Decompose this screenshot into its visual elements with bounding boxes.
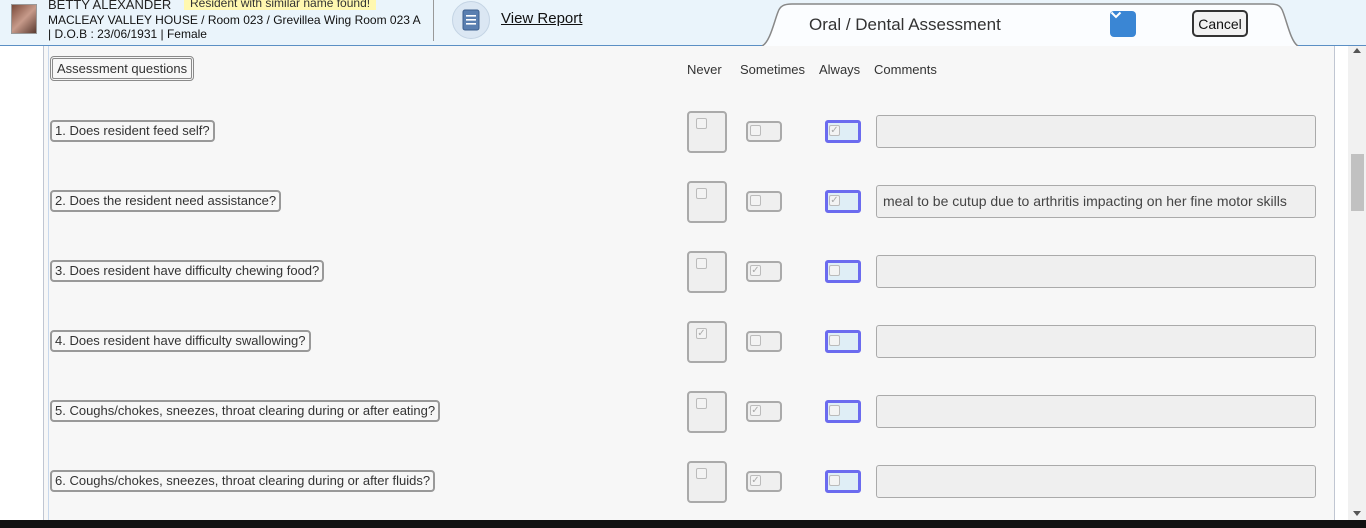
- sometimes-checkbox[interactable]: [750, 335, 761, 346]
- always-option[interactable]: [825, 400, 861, 423]
- sometimes-checkbox[interactable]: ✓: [750, 475, 761, 486]
- always-option[interactable]: ✓: [825, 190, 861, 213]
- always-checkbox[interactable]: [829, 475, 840, 486]
- always-option[interactable]: [825, 330, 861, 353]
- never-option[interactable]: [687, 461, 727, 503]
- assessment-row: 3. Does resident have difficulty chewing…: [0, 251, 1366, 311]
- assessment-tab: Oral / Dental Assessment Cancel: [760, 2, 1300, 46]
- always-option[interactable]: ✓: [825, 120, 861, 143]
- always-checkbox[interactable]: ✓: [829, 195, 840, 206]
- comment-field[interactable]: [876, 465, 1316, 498]
- comment-field[interactable]: [876, 325, 1316, 358]
- view-report-icon-button[interactable]: [452, 1, 490, 39]
- never-checkbox[interactable]: [696, 188, 707, 199]
- always-checkbox[interactable]: [829, 405, 840, 416]
- vertical-scrollbar[interactable]: [1348, 46, 1366, 520]
- assessment-row: 4. Does resident have difficulty swallow…: [0, 321, 1366, 381]
- window-bottom-bar: [0, 520, 1366, 528]
- header-divider: [433, 0, 434, 41]
- sometimes-option[interactable]: ✓: [746, 471, 782, 492]
- resident-name: BETTY ALEXANDER: [48, 0, 172, 12]
- question-label: 4. Does resident have difficulty swallow…: [50, 330, 311, 352]
- scrollbar-thumb[interactable]: [1351, 154, 1364, 211]
- comment-field[interactable]: meal to be cutup due to arthritis impact…: [876, 185, 1316, 218]
- assessment-questions-header: Assessment questions: [50, 56, 195, 81]
- never-column-header: Never: [687, 62, 722, 77]
- document-icon: [462, 9, 480, 31]
- never-checkbox[interactable]: [696, 258, 707, 269]
- always-checkbox[interactable]: [829, 265, 840, 276]
- always-checkbox[interactable]: ✓: [829, 125, 840, 136]
- never-option[interactable]: [687, 181, 727, 223]
- question-label: 5. Coughs/chokes, sneezes, throat cleari…: [50, 400, 441, 422]
- sometimes-column-header: Sometimes: [740, 62, 806, 77]
- always-checkbox[interactable]: [829, 335, 840, 346]
- never-option[interactable]: [687, 111, 727, 153]
- question-label: 6. Coughs/chokes, sneezes, throat cleari…: [50, 470, 436, 492]
- assessment-row: 1. Does resident feed self? ✓: [0, 111, 1366, 171]
- never-checkbox[interactable]: [696, 118, 707, 129]
- resident-avatar: [11, 4, 37, 34]
- assessment-row: 2. Does the resident need assistance? ✓ me…: [0, 181, 1366, 241]
- cancel-button[interactable]: Cancel: [1192, 10, 1248, 37]
- sometimes-option[interactable]: [746, 331, 782, 352]
- comment-field[interactable]: [876, 115, 1316, 148]
- sometimes-checkbox[interactable]: [750, 195, 761, 206]
- similar-name-warning: Resident with similar name found!: [184, 0, 377, 10]
- never-checkbox[interactable]: [696, 468, 707, 479]
- comment-field[interactable]: [876, 255, 1316, 288]
- resident-header: BETTY ALEXANDER Resident with similar na…: [0, 0, 1366, 46]
- scroll-up-arrow-icon[interactable]: [1353, 48, 1361, 53]
- assessment-title: Oral / Dental Assessment: [809, 15, 1001, 34]
- sometimes-option[interactable]: ✓: [746, 261, 782, 282]
- always-option[interactable]: [825, 260, 861, 283]
- never-option[interactable]: [687, 391, 727, 433]
- resident-location: MACLEAY VALLEY HOUSE / Room 023 / Grevil…: [48, 13, 421, 27]
- sometimes-option[interactable]: [746, 191, 782, 212]
- question-label: 2. Does the resident need assistance?: [50, 190, 282, 212]
- always-column-header: Always: [819, 62, 861, 77]
- sometimes-checkbox[interactable]: [750, 125, 761, 136]
- sometimes-option[interactable]: [746, 121, 782, 142]
- chevron-down-icon: [1110, 11, 1122, 19]
- never-option[interactable]: ✓: [687, 321, 727, 363]
- question-label: 1. Does resident feed self?: [50, 120, 215, 142]
- resident-dob-gender: | D.O.B : 23/06/1931 | Female: [48, 27, 207, 41]
- question-label: 3. Does resident have difficulty chewing…: [50, 260, 325, 282]
- never-checkbox[interactable]: [696, 398, 707, 409]
- sometimes-option[interactable]: ✓: [746, 401, 782, 422]
- assessment-dropdown-button[interactable]: [1110, 11, 1136, 37]
- always-option[interactable]: [825, 470, 861, 493]
- sometimes-checkbox[interactable]: ✓: [750, 405, 761, 416]
- assessment-row: 6. Coughs/chokes, sneezes, throat cleari…: [0, 461, 1366, 521]
- comment-field[interactable]: [876, 395, 1316, 428]
- sometimes-checkbox[interactable]: ✓: [750, 265, 761, 276]
- view-report-link[interactable]: View Report: [501, 10, 582, 27]
- never-option[interactable]: [687, 251, 727, 293]
- comments-column-header: Comments: [874, 62, 937, 77]
- scroll-down-arrow-icon[interactable]: [1353, 511, 1361, 516]
- assessment-row: 5. Coughs/chokes, sneezes, throat cleari…: [0, 391, 1366, 451]
- never-checkbox[interactable]: ✓: [696, 328, 707, 339]
